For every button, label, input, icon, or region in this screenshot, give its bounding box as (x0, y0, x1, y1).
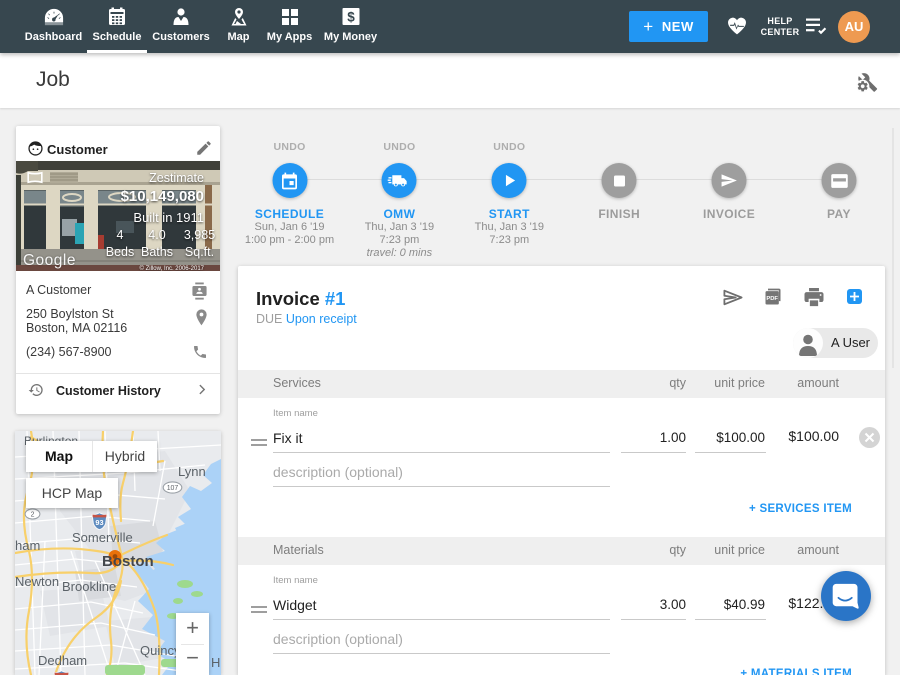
svg-text:2: 2 (31, 512, 35, 519)
svg-text:93: 93 (95, 518, 103, 527)
svg-text:PDF: PDF (766, 296, 778, 302)
svg-text:107: 107 (167, 485, 179, 492)
svg-text:$: $ (347, 10, 355, 25)
